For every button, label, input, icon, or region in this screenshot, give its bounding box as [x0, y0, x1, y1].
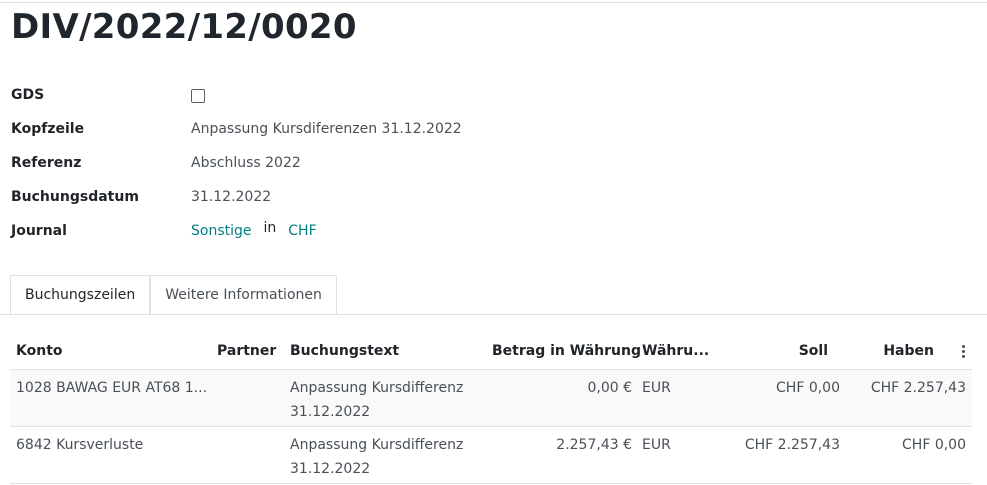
cell-waehrung[interactable]: EUR: [642, 433, 671, 457]
gds-label: GDS: [11, 87, 45, 103]
currency-link[interactable]: CHF: [288, 223, 316, 239]
kopfzeile-label: Kopfzeile: [11, 121, 85, 137]
cell-waehrung[interactable]: EUR: [642, 376, 671, 400]
col-buchungstext[interactable]: Buchungstext: [290, 343, 399, 359]
col-soll[interactable]: Soll: [750, 343, 828, 359]
table-header: Konto Partner Buchungstext Betrag in Wäh…: [10, 335, 972, 370]
tab-buchungszeilen[interactable]: Buchungszeilen: [10, 275, 151, 314]
buchungsdatum-field[interactable]: 31.12.2022: [191, 189, 271, 205]
journal-value: Sonstige in CHF: [191, 220, 317, 239]
col-waehrung[interactable]: Währu...: [642, 343, 709, 359]
tabs: Buchungszeilen Weitere Informationen: [10, 275, 337, 315]
cell-soll[interactable]: CHF 2.257,43: [718, 433, 840, 457]
cell-text-line1: Anpassung Kursdifferenz: [290, 437, 464, 453]
cell-text-line1: Anpassung Kursdifferenz: [290, 380, 464, 396]
table-row[interactable]: 1028 BAWAG EUR AT68 1... Anpassung Kursd…: [10, 370, 972, 427]
journal-in-text: in: [263, 220, 277, 236]
col-konto[interactable]: Konto: [16, 343, 63, 359]
lines-table: Konto Partner Buchungstext Betrag in Wäh…: [10, 335, 972, 484]
cell-soll[interactable]: CHF 0,00: [718, 376, 840, 400]
gds-checkbox[interactable]: [191, 89, 205, 103]
referenz-field[interactable]: Abschluss 2022: [191, 155, 301, 171]
journal-label: Journal: [11, 223, 67, 239]
kopfzeile-field[interactable]: Anpassung Kursdiferenzen 31.12.2022: [191, 121, 462, 137]
cell-konto[interactable]: 1028 BAWAG EUR AT68 1...: [16, 376, 207, 400]
journal-link[interactable]: Sonstige: [191, 223, 252, 239]
cell-haben[interactable]: CHF 2.257,43: [846, 376, 966, 400]
page-title: DIV/2022/12/0020: [11, 7, 357, 47]
cell-betrag[interactable]: 2.257,43 €: [492, 433, 632, 457]
cell-betrag[interactable]: 0,00 €: [492, 376, 632, 400]
col-betrag[interactable]: Betrag in Währung: [492, 343, 641, 359]
cell-buchungstext[interactable]: Anpassung Kursdifferenz 31.12.2022: [290, 433, 463, 481]
buchungsdatum-label: Buchungsdatum: [11, 189, 139, 205]
cell-text-line2: 31.12.2022: [290, 461, 371, 477]
col-haben[interactable]: Haben: [850, 343, 934, 359]
table-row[interactable]: 6842 Kursverluste Anpassung Kursdifferen…: [10, 427, 972, 484]
cell-konto[interactable]: 6842 Kursverluste: [16, 433, 143, 457]
cell-haben[interactable]: CHF 0,00: [846, 433, 966, 457]
top-border: [0, 2, 987, 3]
col-partner[interactable]: Partner: [217, 343, 276, 359]
referenz-label: Referenz: [11, 155, 82, 171]
tab-weitere-informationen[interactable]: Weitere Informationen: [150, 275, 337, 315]
cell-text-line2: 31.12.2022: [290, 404, 371, 420]
cell-buchungstext[interactable]: Anpassung Kursdifferenz 31.12.2022: [290, 376, 463, 424]
column-options-icon[interactable]: [962, 345, 966, 358]
